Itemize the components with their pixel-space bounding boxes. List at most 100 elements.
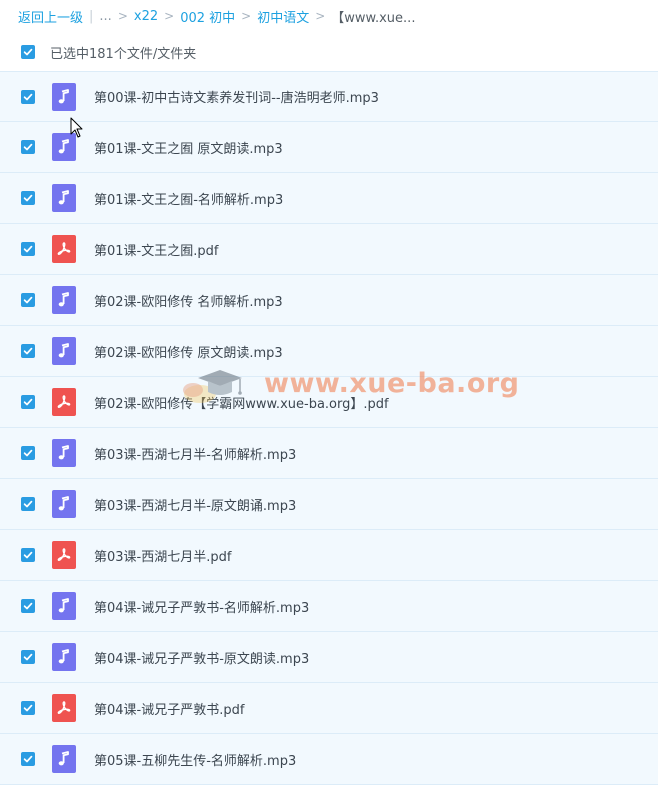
pdf-icon <box>57 701 71 714</box>
file-row[interactable]: 第00课-初中古诗文素养发刊词--唐浩明老师.mp3 <box>0 71 658 122</box>
file-row[interactable]: 第01课-文王之囿 原文朗读.mp3 <box>0 122 658 173</box>
file-name[interactable]: 第03课-西湖七月半-原文朗诵.mp3 <box>94 495 296 514</box>
audio-file-icon <box>52 490 76 518</box>
file-name[interactable]: 第04课-诫兄子严敦书-名师解析.mp3 <box>94 597 309 616</box>
file-row[interactable]: 第02课-欧阳修传 原文朗读.mp3 <box>0 326 658 377</box>
checkmark-icon <box>23 500 33 508</box>
breadcrumb-item-x22[interactable]: x22 <box>134 9 158 24</box>
file-checkbox[interactable] <box>21 497 35 511</box>
audio-file-icon <box>52 286 76 314</box>
pdf-icon <box>57 242 71 255</box>
music-note-icon <box>58 445 69 460</box>
file-row[interactable]: 第04课-诫兄子严敦书-原文朗读.mp3 <box>0 632 658 683</box>
file-name[interactable]: 第03课-西湖七月半.pdf <box>94 546 231 565</box>
checkmark-icon <box>23 48 33 56</box>
checkmark-icon <box>23 755 33 763</box>
file-row[interactable]: 第01课-文王之囿.pdf <box>0 224 658 275</box>
checkmark-icon <box>23 602 33 610</box>
music-note-icon <box>58 139 69 154</box>
audio-file-icon <box>52 184 76 212</box>
music-note-icon <box>58 496 69 511</box>
chevron-right-icon: > <box>164 9 175 23</box>
file-checkbox[interactable] <box>21 293 35 307</box>
music-note-icon <box>58 190 69 205</box>
file-checkbox[interactable] <box>21 89 35 104</box>
file-row[interactable]: 第03课-西湖七月半.pdf <box>0 530 658 581</box>
audio-file-icon <box>52 337 76 365</box>
music-note-icon <box>58 751 69 766</box>
file-checkbox[interactable] <box>21 650 35 664</box>
chevron-right-icon: > <box>241 9 252 23</box>
file-checkbox[interactable] <box>21 140 35 154</box>
file-checkbox[interactable] <box>21 191 35 205</box>
checkmark-icon <box>23 551 33 559</box>
checkmark-icon <box>23 653 33 661</box>
breadcrumb-item-chinese[interactable]: 初中语文 <box>257 7 309 26</box>
file-name[interactable]: 第02课-欧阳修传 原文朗读.mp3 <box>94 342 283 361</box>
checkmark-icon <box>23 398 33 406</box>
checkmark-icon <box>23 194 33 202</box>
checkmark-icon <box>23 449 33 457</box>
pdf-icon <box>57 395 71 408</box>
file-list: 第00课-初中古诗文素养发刊词--唐浩明老师.mp3 第01课-文王之囿 原文朗读… <box>0 71 658 785</box>
checkmark-icon <box>23 93 33 100</box>
chevron-right-icon: > <box>315 9 326 23</box>
breadcrumb-current: 【www.xue... <box>331 10 416 26</box>
file-name[interactable]: 第04课-诫兄子严敦书-原文朗读.mp3 <box>94 648 309 667</box>
file-name[interactable]: 第01课-文王之囿-名师解析.mp3 <box>94 189 283 208</box>
checkmark-icon <box>23 347 33 355</box>
breadcrumb-divider: | <box>89 8 94 24</box>
select-all-bar: 已选中181个文件/文件夹 <box>0 36 658 68</box>
audio-file-icon <box>52 745 76 773</box>
file-name[interactable]: 第01课-文王之囿 原文朗读.mp3 <box>94 138 283 157</box>
audio-file-icon <box>52 643 76 671</box>
music-note-icon <box>58 649 69 664</box>
file-checkbox[interactable] <box>21 752 35 766</box>
selection-count: 已选中181个文件/文件夹 <box>50 46 197 62</box>
file-checkbox[interactable] <box>21 701 35 715</box>
file-checkbox[interactable] <box>21 344 35 358</box>
pdf-icon <box>57 548 71 561</box>
file-checkbox[interactable] <box>21 395 35 409</box>
pdf-file-icon <box>52 388 76 416</box>
file-checkbox[interactable] <box>21 242 35 256</box>
file-row[interactable]: 第04课-诫兄子严敦书-名师解析.mp3 <box>0 581 658 632</box>
checkmark-icon <box>23 704 33 712</box>
file-name[interactable]: 第04课-诫兄子严敦书.pdf <box>94 699 244 718</box>
back-link[interactable]: 返回上一级 <box>18 7 83 26</box>
file-name[interactable]: 第02课-欧阳修传【学霸网www.xue-ba.org】.pdf <box>94 393 389 412</box>
music-note-icon <box>58 88 69 103</box>
music-note-icon <box>58 343 69 358</box>
file-name[interactable]: 第00课-初中古诗文素养发刊词--唐浩明老师.mp3 <box>94 87 379 106</box>
file-name[interactable]: 第02课-欧阳修传 名师解析.mp3 <box>94 291 283 310</box>
file-row[interactable]: 第02课-欧阳修传 名师解析.mp3 <box>0 275 658 326</box>
file-checkbox[interactable] <box>21 599 35 613</box>
file-name[interactable]: 第05课-五柳先生传-名师解析.mp3 <box>94 750 296 769</box>
breadcrumb-item-middle-school[interactable]: 002 初中 <box>180 7 235 26</box>
file-row[interactable]: 第04课-诫兄子严敦书.pdf <box>0 683 658 734</box>
audio-file-icon <box>52 82 76 111</box>
file-row[interactable]: 第01课-文王之囿-名师解析.mp3 <box>0 173 658 224</box>
audio-file-icon <box>52 439 76 467</box>
pdf-file-icon <box>52 235 76 263</box>
file-row[interactable]: 第03课-西湖七月半-名师解析.mp3 <box>0 428 658 479</box>
audio-file-icon <box>52 592 76 620</box>
audio-file-icon <box>52 133 76 161</box>
checkmark-icon <box>23 245 33 253</box>
file-row[interactable]: 第03课-西湖七月半-原文朗诵.mp3 <box>0 479 658 530</box>
breadcrumb: 返回上一级 | ... > x22 > 002 初中 > 初中语文 > 【www… <box>18 6 415 26</box>
chevron-right-icon: > <box>117 9 128 23</box>
file-browser: 返回上一级 | ... > x22 > 002 初中 > 初中语文 > 【www… <box>0 0 658 789</box>
file-checkbox[interactable] <box>21 446 35 460</box>
pdf-file-icon <box>52 541 76 569</box>
music-note-icon <box>58 598 69 613</box>
select-all-checkbox[interactable] <box>21 45 35 59</box>
file-checkbox[interactable] <box>21 548 35 562</box>
breadcrumb-ellipsis[interactable]: ... <box>99 9 111 24</box>
file-row[interactable]: 第02课-欧阳修传【学霸网www.xue-ba.org】.pdf <box>0 377 658 428</box>
file-row[interactable]: 第05课-五柳先生传-名师解析.mp3 <box>0 734 658 785</box>
music-note-icon <box>58 292 69 307</box>
file-name[interactable]: 第01课-文王之囿.pdf <box>94 240 218 259</box>
pdf-file-icon <box>52 694 76 722</box>
file-name[interactable]: 第03课-西湖七月半-名师解析.mp3 <box>94 444 296 463</box>
